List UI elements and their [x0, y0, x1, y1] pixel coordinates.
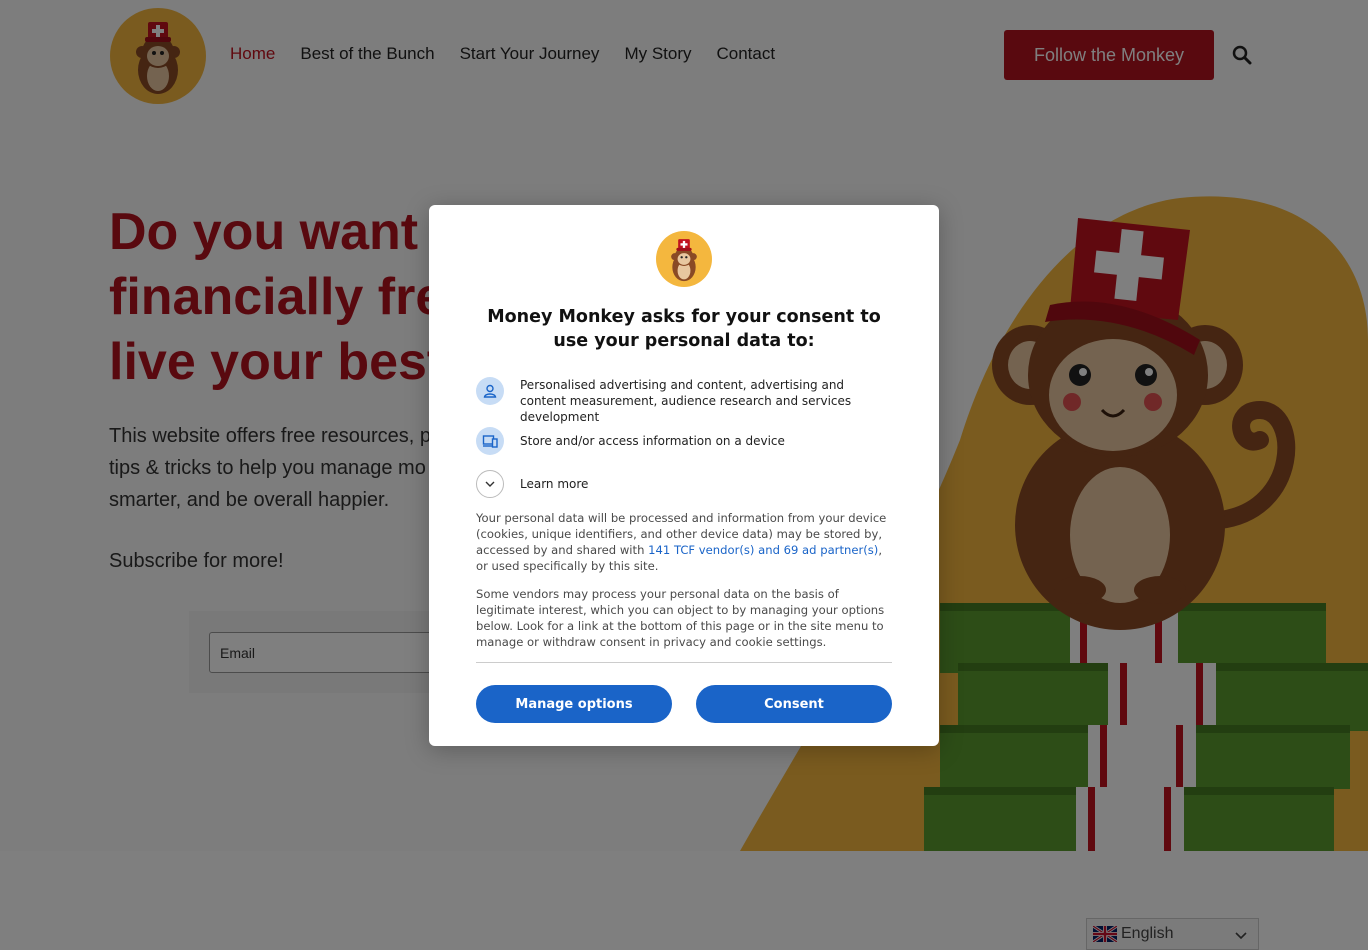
- divider: [476, 662, 892, 663]
- vendors-link[interactable]: 141 TCF vendor(s) and 69 ad partner(s): [648, 543, 878, 557]
- purpose-text: Personalised advertising and content, ad…: [520, 378, 852, 424]
- purpose-text: Store and/or access information on a dev…: [520, 434, 785, 448]
- learn-more-toggle[interactable]: Learn more: [476, 470, 588, 498]
- purpose-personalised-ads: Personalised advertising and content, ad…: [476, 377, 890, 425]
- consent-dialog: Money Monkey asks for your consent to us…: [429, 205, 939, 746]
- learn-more-label: Learn more: [520, 477, 589, 491]
- chevron-down-icon: [476, 470, 504, 498]
- person-icon: [476, 377, 504, 405]
- manage-options-button[interactable]: Manage options: [476, 685, 672, 723]
- purpose-store-access: Store and/or access information on a dev…: [476, 427, 890, 455]
- consent-paragraph-2: Some vendors may process your personal d…: [476, 587, 885, 649]
- consent-paragraph-1: Your personal data will be processed and…: [476, 510, 892, 574]
- devices-icon: [476, 427, 504, 455]
- monkey-logo-icon: [656, 231, 712, 287]
- consent-button[interactable]: Consent: [696, 685, 892, 723]
- consent-title: Money Monkey asks for your consent to us…: [487, 307, 881, 351]
